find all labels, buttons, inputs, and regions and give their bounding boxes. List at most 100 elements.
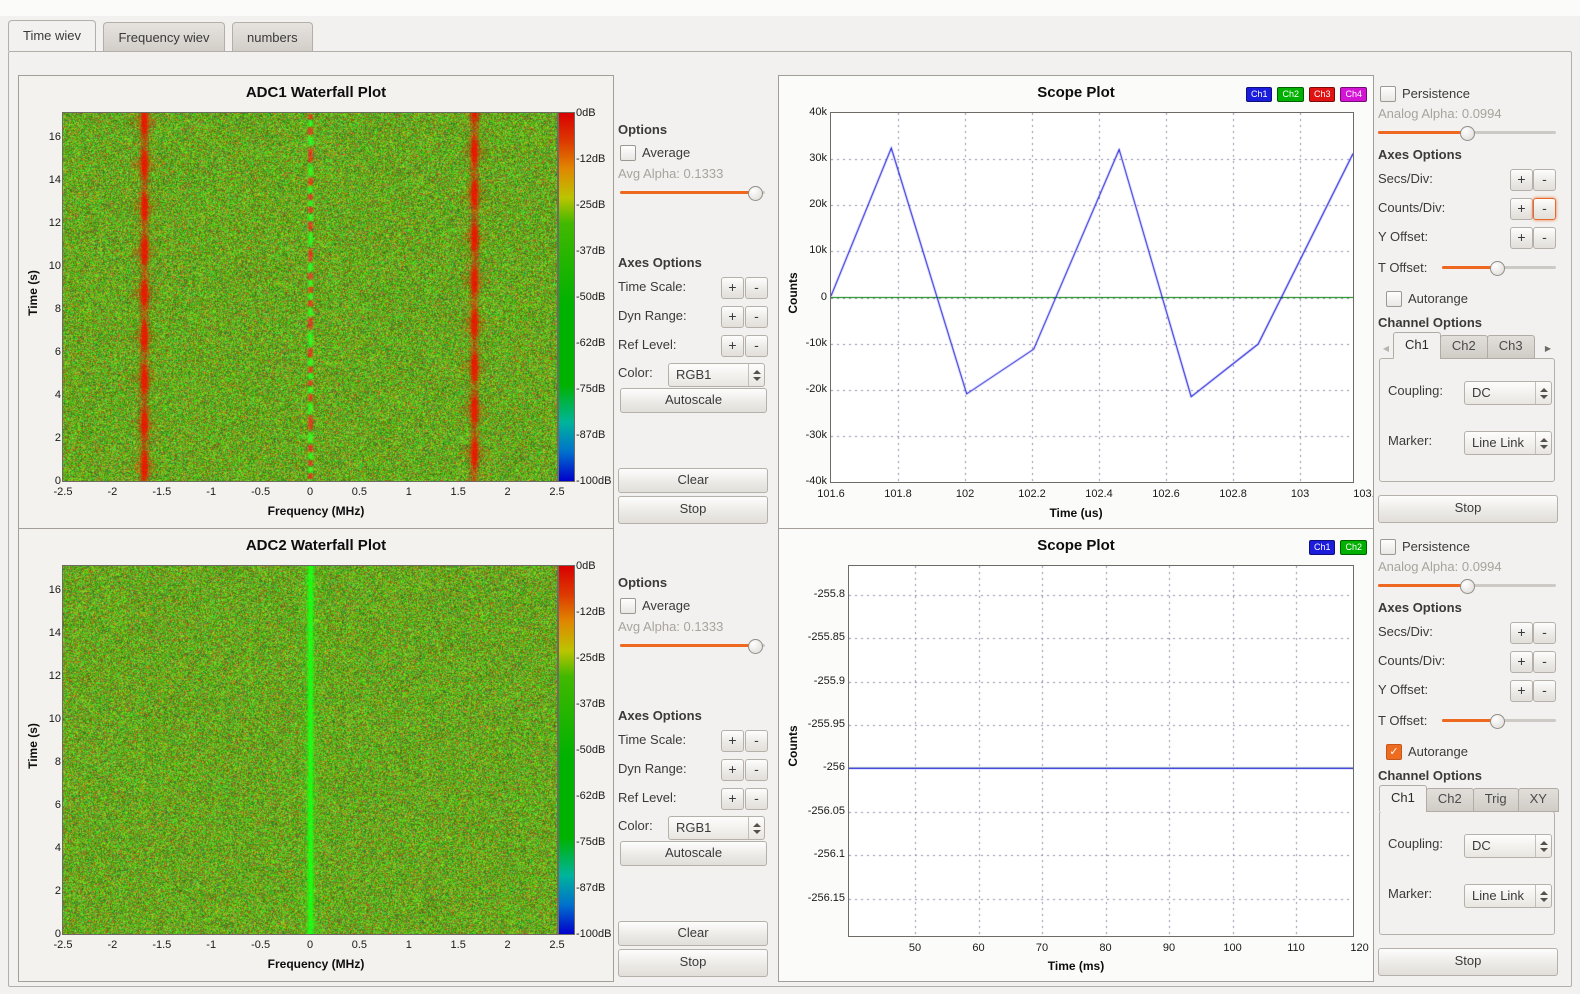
analog-alpha-slider[interactable] <box>1378 125 1556 140</box>
color-map-select[interactable]: RGB1 <box>668 816 765 840</box>
stop-button[interactable]: Stop <box>618 496 768 524</box>
tick-label: 120 <box>1338 942 1374 954</box>
channel-tab-ch3[interactable]: Ch3 <box>1487 335 1535 359</box>
avg-alpha-slider[interactable] <box>620 185 765 200</box>
marker-select[interactable]: Line Link <box>1464 431 1552 455</box>
marker-value: Line Link <box>1472 435 1524 450</box>
y-offset-decrease-button[interactable]: - <box>1533 227 1556 249</box>
spinner-arrows-icon[interactable] <box>1535 382 1551 404</box>
t-offset-slider[interactable] <box>1442 260 1556 275</box>
scope1-canvas[interactable] <box>830 112 1354 483</box>
secs-div-increase-button[interactable]: + <box>1510 169 1533 191</box>
tab-frequency-view[interactable]: Frequency wiev <box>103 22 224 51</box>
tab-time-view[interactable]: Time wiev <box>8 20 96 51</box>
t-offset-label: T Offset: <box>1378 713 1427 728</box>
stop-button[interactable]: Stop <box>618 949 768 977</box>
legend-badge-ch2[interactable]: Ch2 <box>1340 540 1367 555</box>
ref-level-decrease-button[interactable]: - <box>745 335 768 357</box>
average-checkbox[interactable] <box>620 145 636 161</box>
time-scale-decrease-button[interactable]: - <box>745 277 768 299</box>
tab-scroll-left-icon[interactable]: ◀ <box>1379 337 1393 359</box>
tick-label: 1.5 <box>438 486 478 498</box>
y-offset-increase-button[interactable]: + <box>1510 227 1533 249</box>
secs-div-decrease-button[interactable]: - <box>1533 622 1556 644</box>
coupling-select[interactable]: DC <box>1464 381 1552 405</box>
slider-knob[interactable] <box>1490 714 1505 729</box>
channel-tab-ch1[interactable]: Ch1 <box>1379 785 1427 812</box>
application-window: Time wiev Frequency wiev numbers ADC1 Wa… <box>0 0 1580 994</box>
tick-label: 2.5 <box>537 486 577 498</box>
legend-badge-ch3[interactable]: Ch3 <box>1309 87 1336 102</box>
autoscale-button[interactable]: Autoscale <box>620 388 767 413</box>
channel-tab-ch2[interactable]: Ch2 <box>1426 788 1474 812</box>
persistence-checkbox[interactable] <box>1380 539 1396 555</box>
tick-label: -0.5 <box>241 486 281 498</box>
average-checkbox[interactable] <box>620 598 636 614</box>
analog-alpha-slider[interactable] <box>1378 578 1556 593</box>
marker-select[interactable]: Line Link <box>1464 884 1552 908</box>
spinner-arrows-icon[interactable] <box>748 364 764 386</box>
autorange-checkbox[interactable]: ✓ <box>1386 744 1402 760</box>
slider-knob[interactable] <box>1460 579 1475 594</box>
dyn-range-increase-button[interactable]: + <box>721 306 744 328</box>
dyn-range-decrease-button[interactable]: - <box>745 759 768 781</box>
y-offset-increase-button[interactable]: + <box>1510 680 1533 702</box>
scope2-canvas[interactable] <box>848 565 1354 937</box>
tick-label: -2 <box>92 486 132 498</box>
color-map-select[interactable]: RGB1 <box>668 363 765 387</box>
slider-knob[interactable] <box>1490 261 1505 276</box>
tab-numbers[interactable]: numbers <box>232 22 313 51</box>
spinner-arrows-icon[interactable] <box>1535 432 1551 454</box>
avg-alpha-slider[interactable] <box>620 638 765 653</box>
legend-badge-ch2[interactable]: Ch2 <box>1277 87 1304 102</box>
adc1-waterfall-plot: ADC1 Waterfall Plot Frequency (MHz) Time… <box>18 75 614 529</box>
tab-scroll-right-icon[interactable]: ▶ <box>1541 337 1555 359</box>
ref-level-decrease-button[interactable]: - <box>745 788 768 810</box>
spinner-arrows-icon[interactable] <box>748 817 764 839</box>
coupling-value: DC <box>1472 385 1491 400</box>
counts-div-decrease-button[interactable]: - <box>1533 198 1556 220</box>
spinner-arrows-icon[interactable] <box>1535 835 1551 857</box>
dyn-range-decrease-button[interactable]: - <box>745 306 768 328</box>
channel-tab-trig[interactable]: Trig <box>1473 788 1519 812</box>
legend-badge-ch4[interactable]: Ch4 <box>1340 87 1367 102</box>
channel-options-frame: Coupling: DC Marker: Line Link <box>1379 358 1555 482</box>
spinner-arrows-icon[interactable] <box>1535 885 1551 907</box>
stop-button[interactable]: Stop <box>1378 495 1558 523</box>
adc1-waterfall-canvas[interactable] <box>62 112 558 482</box>
clear-button[interactable]: Clear <box>618 468 768 493</box>
time-scale-increase-button[interactable]: + <box>721 277 744 299</box>
dyn-range-increase-button[interactable]: + <box>721 759 744 781</box>
slider-knob[interactable] <box>748 186 763 201</box>
channel-tab-xy[interactable]: XY <box>1518 788 1559 812</box>
stop-button[interactable]: Stop <box>1378 948 1558 976</box>
legend-badge-ch1[interactable]: Ch1 <box>1246 87 1273 102</box>
time-scale-increase-button[interactable]: + <box>721 730 744 752</box>
intensity-colorbar <box>558 565 575 935</box>
y-offset-decrease-button[interactable]: - <box>1533 680 1556 702</box>
persistence-checkbox[interactable] <box>1380 86 1396 102</box>
tick-label: 2.5 <box>537 939 577 951</box>
ref-level-increase-button[interactable]: + <box>721 788 744 810</box>
channel-tab-ch2[interactable]: Ch2 <box>1440 335 1488 359</box>
adc2-waterfall-canvas[interactable] <box>62 565 558 935</box>
counts-div-decrease-button[interactable]: - <box>1533 651 1556 673</box>
clear-button[interactable]: Clear <box>618 921 768 946</box>
counts-div-increase-button[interactable]: + <box>1510 198 1533 220</box>
channel-tab-ch1[interactable]: Ch1 <box>1393 332 1441 359</box>
autoscale-button[interactable]: Autoscale <box>620 841 767 866</box>
tick-label: 1 <box>389 939 429 951</box>
slider-knob[interactable] <box>748 639 763 654</box>
counts-div-increase-button[interactable]: + <box>1510 651 1533 673</box>
t-offset-slider[interactable] <box>1442 713 1556 728</box>
coupling-select[interactable]: DC <box>1464 834 1552 858</box>
secs-div-decrease-button[interactable]: - <box>1533 169 1556 191</box>
secs-div-increase-button[interactable]: + <box>1510 622 1533 644</box>
tick-label: -50dB <box>576 744 613 756</box>
tick-label: -256 <box>789 761 845 773</box>
autorange-checkbox[interactable] <box>1386 291 1402 307</box>
ref-level-increase-button[interactable]: + <box>721 335 744 357</box>
slider-knob[interactable] <box>1460 126 1475 141</box>
legend-badge-ch1[interactable]: Ch1 <box>1309 540 1336 555</box>
time-scale-decrease-button[interactable]: - <box>745 730 768 752</box>
